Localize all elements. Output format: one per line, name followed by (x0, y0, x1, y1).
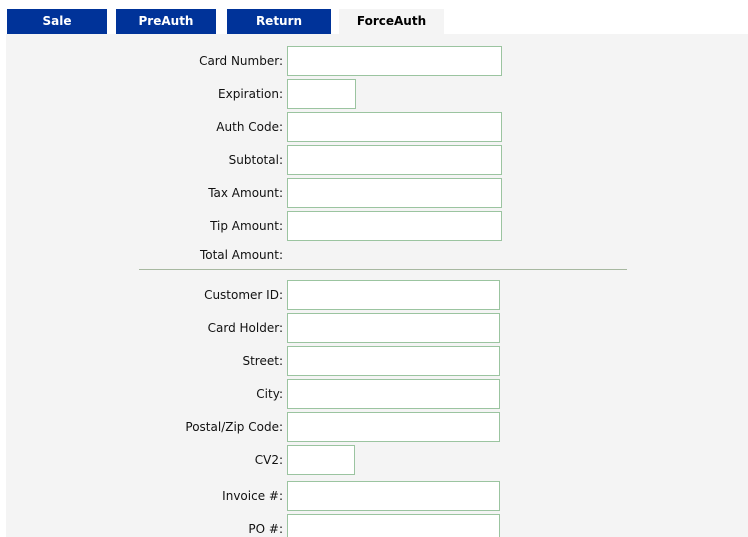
card-holder-label: Card Holder: (207, 321, 283, 335)
section-divider (139, 269, 627, 270)
expiration-label: Expiration: (218, 87, 283, 101)
expiration-input[interactable] (287, 79, 356, 109)
auth-code-input[interactable] (287, 112, 502, 142)
customer-id-label: Customer ID: (204, 288, 283, 302)
tab-return[interactable]: Return (227, 9, 331, 34)
invoice-label: Invoice #: (222, 489, 283, 503)
city-label: City: (256, 387, 283, 401)
card-holder-input[interactable] (287, 313, 500, 343)
subtotal-input[interactable] (287, 145, 502, 175)
cv2-label: CV2: (254, 453, 283, 467)
postal-zip-label: Postal/Zip Code: (185, 420, 283, 434)
tip-amount-input[interactable] (287, 211, 502, 241)
card-number-label: Card Number: (199, 54, 283, 68)
card-number-input[interactable] (287, 46, 502, 76)
po-label: PO #: (248, 522, 283, 536)
tax-amount-label: Tax Amount: (208, 186, 283, 200)
transaction-form: Card Number: Expiration: Auth Code: Subt… (6, 34, 748, 537)
tip-amount-label: Tip Amount: (210, 219, 283, 233)
total-amount-label: Total Amount: (199, 248, 283, 262)
street-label: Street: (242, 354, 283, 368)
tab-preauth[interactable]: PreAuth (116, 9, 216, 34)
cv2-input[interactable] (287, 445, 355, 475)
tab-sale[interactable]: Sale (7, 9, 107, 34)
postal-zip-input[interactable] (287, 412, 500, 442)
customer-id-input[interactable] (287, 280, 500, 310)
tab-forceauth[interactable]: ForceAuth (339, 9, 444, 36)
subtotal-label: Subtotal: (228, 153, 283, 167)
invoice-input[interactable] (287, 481, 500, 511)
street-input[interactable] (287, 346, 500, 376)
payment-terminal: Sale PreAuth Return ForceAuth Card Numbe… (0, 0, 748, 537)
po-input[interactable] (287, 514, 500, 537)
auth-code-label: Auth Code: (216, 120, 283, 134)
tax-amount-input[interactable] (287, 178, 502, 208)
city-input[interactable] (287, 379, 500, 409)
